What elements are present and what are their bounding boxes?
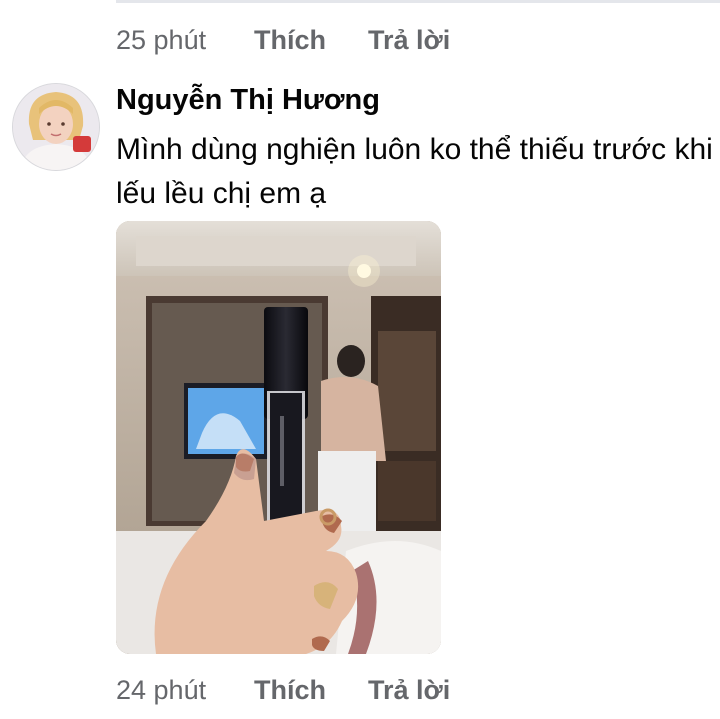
photo-image bbox=[116, 221, 441, 654]
previous-comment-timestamp[interactable]: 25 phút bbox=[116, 25, 254, 56]
previous-comment-actions: 25 phút Thích Trả lời bbox=[116, 20, 450, 60]
comment-thread: 25 phút Thích Trả lời Nguyễn Thị Hương M… bbox=[0, 0, 720, 719]
previous-comment-reply-button[interactable]: Trả lời bbox=[368, 25, 450, 56]
avatar-photo bbox=[13, 84, 99, 170]
comment-actions: 24 phút Thích Trả lời bbox=[116, 670, 450, 710]
like-button[interactable]: Thích bbox=[254, 675, 368, 706]
divider bbox=[116, 0, 720, 3]
previous-comment-like-button[interactable]: Thích bbox=[254, 25, 368, 56]
comment-author-name[interactable]: Nguyễn Thị Hương bbox=[116, 84, 380, 117]
avatar[interactable] bbox=[12, 83, 100, 171]
comment-photo[interactable] bbox=[116, 221, 441, 654]
reply-button[interactable]: Trả lời bbox=[368, 675, 450, 706]
comment-timestamp[interactable]: 24 phút bbox=[116, 675, 254, 706]
comment-body: Mình dùng nghiện luôn ko thể thiếu trước… bbox=[116, 133, 713, 210]
